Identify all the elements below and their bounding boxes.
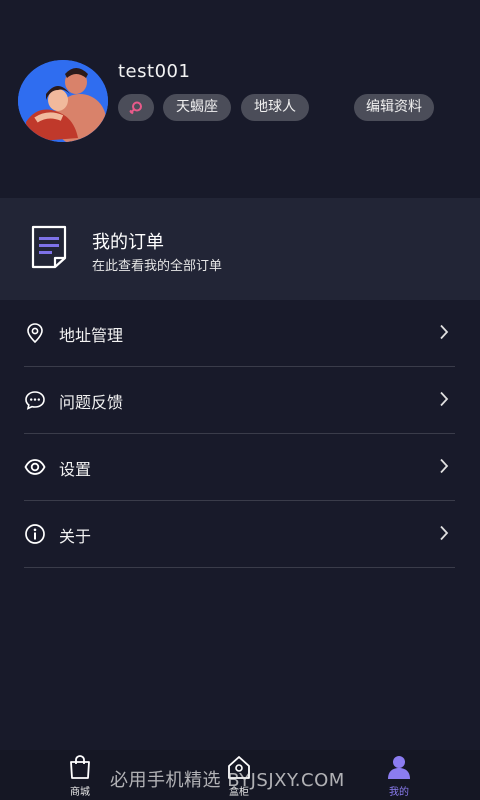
chevron-right-icon <box>440 391 449 407</box>
nav-item-shop[interactable]: 商城 <box>50 750 110 800</box>
chevron-right-icon <box>440 525 449 541</box>
menu-item-address[interactable]: 地址管理 <box>24 300 455 367</box>
zodiac-tag: 天蝎座 <box>163 94 231 121</box>
profile-page: test001 天蝎座 地球人 编辑资料 我的订单 在此查看我的全部订单 地址管… <box>0 0 480 800</box>
menu-item-label: 设置 <box>59 460 92 479</box>
nav-item-me[interactable]: 我的 <box>369 750 429 800</box>
document-icon <box>31 225 67 269</box>
settings-menu: 地址管理 问题反馈 设置 关于 <box>24 300 455 568</box>
chevron-right-icon <box>440 324 449 340</box>
watermark-text: 必用手机精选 BYJSJXY.COM <box>110 770 345 791</box>
location-pin-icon <box>27 323 43 344</box>
chat-bubble-icon <box>25 391 45 410</box>
orders-title: 我的订单 <box>92 232 164 253</box>
avatar[interactable] <box>18 60 108 142</box>
eye-icon <box>24 459 46 475</box>
shopping-bag-icon <box>70 755 90 779</box>
gender-tag <box>118 94 154 121</box>
menu-item-feedback[interactable]: 问题反馈 <box>24 367 455 434</box>
chevron-right-icon <box>440 458 449 474</box>
planet-tag: 地球人 <box>241 94 309 121</box>
female-symbol-icon <box>129 101 142 115</box>
nav-label: 商城 <box>70 787 90 798</box>
menu-item-label: 地址管理 <box>59 326 124 345</box>
username: test001 <box>118 61 191 82</box>
nav-label: 我的 <box>389 787 409 798</box>
info-icon <box>25 524 45 544</box>
person-icon <box>388 756 410 779</box>
menu-item-settings[interactable]: 设置 <box>24 434 455 501</box>
menu-item-label: 问题反馈 <box>59 393 124 412</box>
avatar-illustration <box>18 60 108 142</box>
my-orders-card[interactable]: 我的订单 在此查看我的全部订单 <box>0 198 480 300</box>
menu-item-about[interactable]: 关于 <box>24 501 455 568</box>
profile-header: test001 天蝎座 地球人 编辑资料 <box>0 0 480 198</box>
orders-subtitle: 在此查看我的全部订单 <box>92 259 223 274</box>
edit-profile-button[interactable]: 编辑资料 <box>354 94 434 121</box>
menu-item-label: 关于 <box>59 527 92 546</box>
